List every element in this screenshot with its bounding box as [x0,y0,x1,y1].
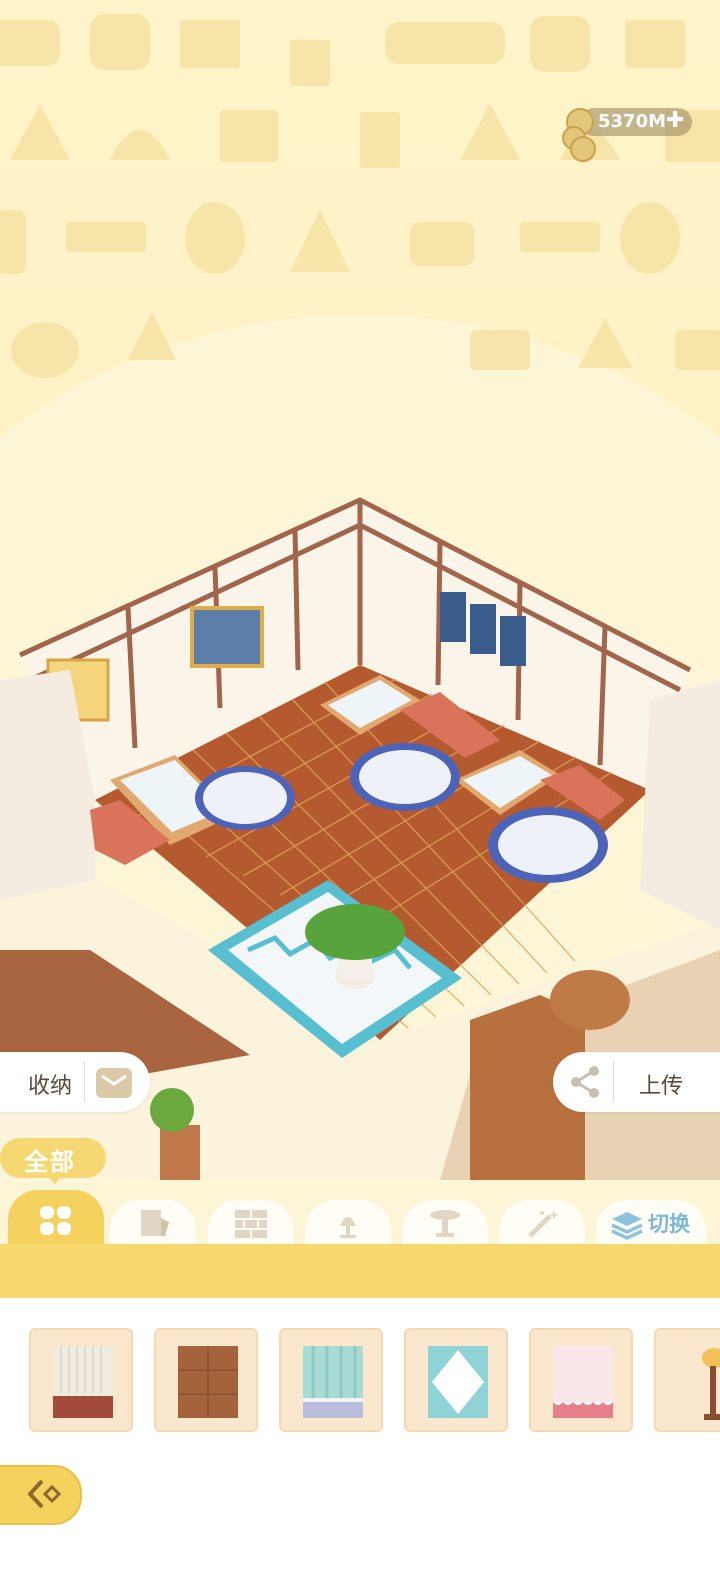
plus-icon[interactable]: ✚ [666,108,684,133]
wallpaper-swatch [553,1346,613,1418]
item-slot[interactable] [279,1328,383,1432]
upload-label: 上传 [639,1074,684,1099]
item-slot[interactable] [29,1328,133,1432]
item-slot[interactable] [404,1328,508,1432]
wallpaper-icon [141,1210,169,1236]
category-label: 全部 [24,1148,76,1176]
wallpaper-swatch [53,1346,113,1418]
category-badge: 全部 [0,1138,106,1184]
floor-swatch [428,1346,488,1418]
tab-all[interactable] [8,1190,104,1248]
item-slot[interactable] [529,1328,633,1432]
tab-switch-label: 切换 [648,1212,690,1236]
tab-lamp[interactable] [305,1200,391,1248]
wallpaper-swatch [303,1346,363,1418]
collapse-arrow-icon [28,1479,62,1509]
item-slot[interactable] [154,1328,258,1432]
tab-effects[interactable] [499,1200,585,1248]
room-scene[interactable]: 5370M ✚ 收纳 上传 全部 切换 [0,0,720,1260]
lamp-item-icon [702,1348,720,1420]
collapse-button[interactable] [0,1465,82,1525]
item-slot[interactable] [654,1328,720,1432]
tab-switch[interactable]: 切换 [596,1200,706,1248]
currency-amount: 5370M [598,111,667,132]
upload-button[interactable]: 上传 [553,1052,720,1112]
table-icon [430,1210,460,1237]
clover-icon [40,1206,71,1235]
coin-icon [570,136,596,162]
storage-label: 收纳 [28,1074,73,1099]
lamp-icon [340,1217,356,1238]
tab-table[interactable] [402,1200,488,1248]
category-bar [0,1244,720,1298]
storage-button[interactable]: 收纳 [0,1052,150,1112]
storage-box-icon [96,1068,132,1098]
share-icon [571,1066,599,1098]
background-furniture-pattern [0,14,720,378]
layers-icon [611,1212,643,1240]
currency-display[interactable]: 5370M ✚ [562,104,692,162]
floor-swatch [178,1346,238,1418]
tab-wallpaper[interactable] [110,1200,196,1248]
brick-icon [235,1210,267,1238]
magic-wand-icon [528,1210,559,1238]
tab-floor[interactable] [208,1200,294,1248]
